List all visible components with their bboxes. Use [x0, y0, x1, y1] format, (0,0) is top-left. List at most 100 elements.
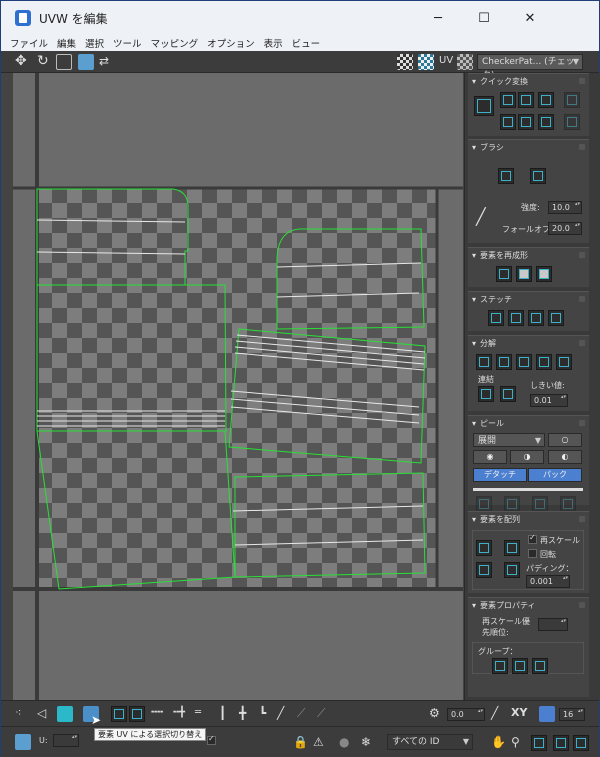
rollout-header-reshape[interactable]: ▾ 要素を再成形: [468, 248, 589, 262]
threshold-spinner[interactable]: 0.01: [530, 394, 568, 407]
rotate-ccw-icon[interactable]: [538, 92, 554, 108]
zoom-extents-icon[interactable]: [553, 735, 569, 751]
align-center-icon[interactable]: [474, 96, 494, 116]
rescale-checkbox[interactable]: [528, 533, 537, 544]
xy-label[interactable]: XY: [511, 706, 527, 720]
peel-tool-3-icon[interactable]: [532, 496, 548, 512]
menu-mapping[interactable]: マッピング: [151, 36, 199, 50]
uv-lock-icon[interactable]: [15, 734, 31, 750]
checker-pattern-icon[interactable]: [457, 54, 473, 70]
loop-selection-icon[interactable]: ═: [195, 706, 201, 720]
edge-ring-icon[interactable]: ╋: [239, 706, 246, 720]
u-field[interactable]: [53, 734, 79, 747]
menu-display[interactable]: 表示: [264, 36, 283, 50]
checker-display-icon[interactable]: [397, 54, 413, 70]
grid-spinner[interactable]: 16: [559, 708, 585, 721]
peel-reset-button[interactable]: ○: [548, 433, 582, 447]
ungroup-selected-icon[interactable]: [512, 658, 528, 674]
angle-spinner[interactable]: 0.0: [447, 708, 485, 721]
stitch-settings-icon[interactable]: [548, 310, 564, 326]
space-horizontal-icon[interactable]: [500, 114, 516, 130]
peel-tool-2-icon[interactable]: [504, 496, 520, 512]
align-horizontal-icon[interactable]: [500, 92, 516, 108]
strength-spinner[interactable]: 10.0: [548, 201, 582, 214]
shrink-selection-icon[interactable]: ╍╋: [173, 706, 185, 720]
peel-lscm-icon[interactable]: ◐: [548, 450, 582, 464]
explode-by-material-icon[interactable]: [536, 354, 552, 370]
texture-dropdown[interactable]: CheckerPat... (チェック)▼: [477, 54, 583, 81]
stitch-to-target-icon[interactable]: [488, 310, 504, 326]
uv-canvas[interactable]: [13, 73, 463, 700]
flatten-icon[interactable]: [556, 354, 572, 370]
rollout-header-properties[interactable]: ▾ 要素プロパティ: [468, 598, 589, 612]
brush-stroke-icon[interactable]: ╱: [476, 209, 486, 225]
menu-view[interactable]: ビュー: [292, 36, 321, 50]
freeform-icon[interactable]: [78, 54, 94, 70]
break-icon[interactable]: [476, 354, 492, 370]
polygon-mode-icon[interactable]: [57, 706, 73, 722]
relax-brush-icon[interactable]: [530, 168, 546, 184]
straighten-icon[interactable]: [564, 114, 580, 130]
padding-spinner[interactable]: 0.001: [526, 575, 570, 588]
paint-move-icon[interactable]: [498, 168, 514, 184]
warning-icon[interactable]: ⚠: [313, 735, 324, 749]
rollout-header-quick-transform[interactable]: ▾ クイック変換: [468, 74, 589, 88]
peel-unpin-icon[interactable]: ◑: [510, 450, 544, 464]
hide-icon[interactable]: ●: [339, 735, 349, 749]
soft-select-2-icon[interactable]: ⟋: [317, 706, 325, 720]
select-paint-icon[interactable]: [129, 706, 145, 722]
select-rect-icon[interactable]: [111, 706, 127, 722]
menu-file[interactable]: ファイル: [10, 36, 48, 50]
pack-uniform-icon[interactable]: [476, 540, 492, 556]
rollout-header-explode[interactable]: ▾ 分解: [468, 336, 589, 350]
id-dropdown[interactable]: すべての ID ▼: [387, 734, 473, 750]
grow-selection-icon[interactable]: ╍╍: [151, 706, 163, 720]
lock-icon[interactable]: 🔒: [293, 735, 308, 749]
move-icon[interactable]: ✥: [15, 54, 27, 68]
straighten-selection-icon[interactable]: [496, 266, 512, 282]
peel-mode-dropdown[interactable]: 展開 ▼: [473, 433, 545, 447]
open-edge-icon[interactable]: ┗: [259, 706, 266, 720]
rotate-checkbox[interactable]: [528, 549, 537, 558]
peel-pin-icon[interactable]: ◉: [473, 450, 507, 464]
soft-select-icon[interactable]: ⟋: [297, 706, 305, 720]
weld-target-icon[interactable]: [478, 386, 494, 402]
angle-snap-icon[interactable]: ⚙: [429, 706, 440, 720]
peel-tool-1-icon[interactable]: [476, 496, 492, 512]
stitch-source-icon[interactable]: [528, 310, 544, 326]
frame-icon[interactable]: [573, 735, 589, 751]
ring-selection-icon[interactable]: ┃: [219, 706, 226, 720]
menu-options[interactable]: オプション: [207, 36, 255, 50]
uv-label[interactable]: UV: [439, 54, 453, 68]
absolute-mode-icon[interactable]: ╱: [491, 706, 498, 720]
mirror-icon[interactable]: ⇄: [99, 54, 109, 68]
zoom-region-icon[interactable]: [531, 735, 547, 751]
rollout-header-arrange[interactable]: ▾ 要素を配列: [468, 512, 589, 526]
rollout-header-stitch[interactable]: ▾ ステッチ: [468, 292, 589, 306]
paint-select-icon[interactable]: ╱: [277, 706, 284, 720]
scale-icon[interactable]: [56, 54, 72, 70]
menu-edit[interactable]: 編集: [57, 36, 76, 50]
edge-mode-icon[interactable]: ◁: [37, 706, 46, 720]
minimize-button[interactable]: ─: [415, 1, 461, 35]
maximize-button[interactable]: ☐: [461, 1, 507, 35]
priority-spinner[interactable]: [538, 618, 568, 631]
pack-button[interactable]: パック: [528, 468, 582, 482]
space-vertical-icon[interactable]: [518, 114, 534, 130]
detach-button[interactable]: デタッチ: [473, 468, 527, 482]
freeze-icon[interactable]: ❄: [361, 735, 371, 749]
close-button[interactable]: ✕: [507, 1, 553, 35]
show-map-icon[interactable]: [418, 54, 434, 70]
linear-align-icon[interactable]: [564, 92, 580, 108]
uv-viewport[interactable]: [13, 73, 463, 700]
explode-by-smoothing-icon[interactable]: [516, 354, 532, 370]
rollout-header-brush[interactable]: ▾ ブラシ: [468, 140, 589, 154]
zoom-icon[interactable]: ⚲: [511, 735, 520, 749]
rotate-icon[interactable]: ↻: [37, 54, 49, 68]
weld-selected-icon[interactable]: [500, 386, 516, 402]
rollout-header-peel[interactable]: ▾ ピール: [468, 416, 589, 430]
vertex-mode-icon[interactable]: ⁖: [15, 706, 21, 720]
align-vertical-icon[interactable]: [518, 92, 534, 108]
menu-tools[interactable]: ツール: [113, 36, 142, 50]
group-selected-icon[interactable]: [492, 658, 508, 674]
